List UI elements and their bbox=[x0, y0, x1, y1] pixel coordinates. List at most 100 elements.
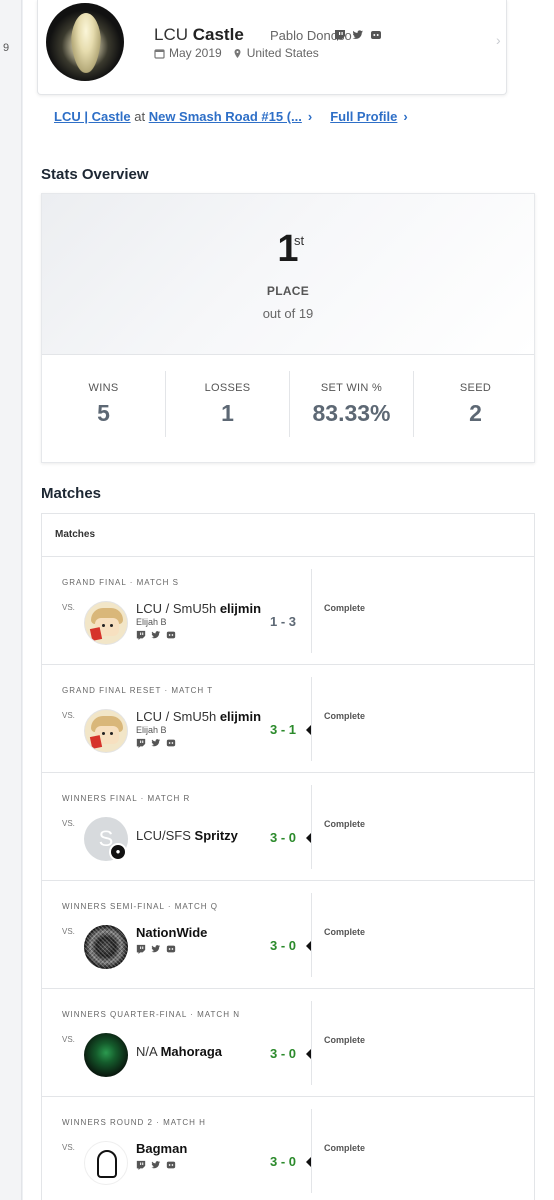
match-row[interactable]: WINNERS QUARTER-FINAL · MATCH N VS. N/A … bbox=[42, 989, 534, 1097]
match-score: 3 - 1 bbox=[270, 722, 297, 737]
chevron-right-icon[interactable]: › bbox=[496, 32, 501, 48]
matches-card: Matches GRAND FINAL · MATCH S VS. LCU / … bbox=[41, 513, 535, 1200]
match-divider bbox=[311, 677, 312, 761]
match-status: Complete bbox=[324, 1035, 366, 1045]
match-round-label: WINNERS ROUND 2 · MATCH H bbox=[62, 1118, 206, 1127]
stats-overview-title: Stats Overview bbox=[41, 166, 149, 183]
vs-label: VS. bbox=[62, 1035, 75, 1044]
opponent-name[interactable]: N/A Mahoraga bbox=[136, 1044, 222, 1059]
stat-label: LOSSES bbox=[204, 382, 251, 394]
opponent-avatar[interactable] bbox=[84, 709, 128, 753]
opponent-gamertag: elijmin bbox=[219, 709, 262, 724]
match-score: 3 - 0 bbox=[270, 1154, 297, 1169]
matches-card-header-label: Matches bbox=[55, 529, 96, 540]
twitter-icon[interactable] bbox=[151, 738, 161, 748]
matches-card-header: Matches bbox=[42, 514, 534, 557]
vs-label: VS. bbox=[62, 603, 75, 612]
opponent-prefix: LCU / SmU5h bbox=[136, 601, 217, 616]
player-gamertag: Castle bbox=[192, 25, 244, 44]
match-round-label: GRAND FINAL RESET · MATCH T bbox=[62, 686, 214, 695]
discord-icon[interactable] bbox=[166, 944, 176, 954]
match-round-label: GRAND FINAL · MATCH S bbox=[62, 578, 180, 587]
stat-wins: WINS 5 bbox=[42, 382, 165, 427]
left-rail-text: 9 bbox=[3, 42, 10, 54]
opponent-prefix: LCU / SmU5h bbox=[136, 709, 217, 724]
opponent-gamertag: Spritzy bbox=[194, 828, 238, 843]
opponent-name[interactable]: LCU / SmU5h elijmin bbox=[136, 601, 261, 616]
event-at-label: at bbox=[134, 109, 146, 124]
match-status: Complete bbox=[324, 1143, 366, 1153]
player-name: LCU Castle bbox=[154, 25, 244, 45]
match-score: 3 - 0 bbox=[270, 1046, 297, 1061]
match-round-label: WINNERS QUARTER-FINAL · MATCH N bbox=[62, 1010, 240, 1019]
twitch-icon[interactable] bbox=[334, 29, 346, 41]
opponent-avatar[interactable] bbox=[84, 1033, 128, 1077]
chevron-right-icon: › bbox=[307, 109, 313, 124]
opponent-name[interactable]: Bagman bbox=[136, 1141, 187, 1156]
full-profile-link[interactable]: Full Profile › bbox=[330, 109, 408, 124]
twitter-icon[interactable] bbox=[151, 944, 161, 954]
stat-value: 5 bbox=[97, 400, 110, 426]
stat-label: SEED bbox=[459, 382, 492, 394]
opponent-socials bbox=[136, 1160, 176, 1170]
opponent-socials bbox=[136, 630, 176, 640]
event-entrant-link[interactable]: LCU | Castle at New Smash Road #15 (... › bbox=[54, 109, 312, 124]
match-round-label: WINNERS SEMI-FINAL · MATCH Q bbox=[62, 902, 218, 911]
stat-value: 2 bbox=[469, 400, 482, 426]
chevron-right-icon: › bbox=[403, 109, 408, 124]
opponent-gamertag: NationWide bbox=[136, 925, 208, 940]
twitter-icon[interactable] bbox=[352, 29, 364, 41]
match-divider bbox=[311, 785, 312, 869]
player-joined-date: May 2019 bbox=[169, 46, 222, 60]
placement-suffix: st bbox=[294, 233, 305, 248]
opponent-name[interactable]: LCU/SFS Spritzy bbox=[136, 828, 238, 843]
left-rail: 9 bbox=[0, 0, 22, 1200]
match-divider bbox=[311, 893, 312, 977]
match-score: 3 - 0 bbox=[270, 830, 297, 845]
event-player-label: LCU | Castle bbox=[54, 109, 131, 124]
stat-value: 83.33% bbox=[312, 400, 391, 426]
match-row[interactable]: WINNERS SEMI-FINAL · MATCH Q VS. NationW… bbox=[42, 881, 534, 989]
opponent-avatar[interactable] bbox=[84, 1141, 128, 1185]
opponent-gamertag: Bagman bbox=[136, 1141, 188, 1156]
match-divider bbox=[311, 1109, 312, 1193]
opponent-prefix: LCU/SFS bbox=[136, 828, 191, 843]
placement-panel: 1 st PLACE out of 19 bbox=[42, 194, 534, 355]
matches-title: Matches bbox=[41, 485, 102, 502]
twitter-icon[interactable] bbox=[151, 1160, 161, 1170]
twitch-icon[interactable] bbox=[136, 630, 146, 640]
match-status: Complete bbox=[324, 711, 366, 721]
discord-icon[interactable] bbox=[166, 630, 176, 640]
calendar-icon bbox=[154, 48, 165, 59]
opponent-name[interactable]: NationWide bbox=[136, 925, 207, 940]
opponent-socials bbox=[136, 738, 176, 748]
match-row[interactable]: WINNERS FINAL · MATCH R VS. S ● LCU/SFS … bbox=[42, 773, 534, 881]
twitch-icon[interactable] bbox=[136, 944, 146, 954]
opponent-gamertag: elijmin bbox=[219, 601, 262, 616]
discord-icon[interactable] bbox=[166, 1160, 176, 1170]
twitch-icon[interactable] bbox=[136, 1160, 146, 1170]
match-row[interactable]: WINNERS ROUND 2 · MATCH H VS. Bagman 3 -… bbox=[42, 1097, 534, 1200]
vs-label: VS. bbox=[62, 819, 75, 828]
opponent-prefix: N/A bbox=[136, 1044, 157, 1059]
opponent-avatar[interactable] bbox=[84, 925, 128, 969]
player-socials bbox=[334, 29, 382, 41]
stat-seed: SEED 2 bbox=[414, 382, 537, 427]
discord-icon[interactable] bbox=[370, 29, 382, 41]
match-score: 3 - 0 bbox=[270, 938, 297, 953]
opponent-avatar[interactable] bbox=[84, 601, 128, 645]
event-name-label: New Smash Road #15 (... bbox=[148, 109, 302, 124]
twitch-icon[interactable] bbox=[136, 738, 146, 748]
twitter-icon[interactable] bbox=[151, 630, 161, 640]
opponent-socials bbox=[136, 944, 176, 954]
player-location: United States bbox=[246, 46, 319, 60]
discord-icon[interactable] bbox=[166, 738, 176, 748]
match-round-label: WINNERS FINAL · MATCH R bbox=[62, 794, 191, 803]
player-prefix: LCU bbox=[154, 25, 189, 44]
opponent-name[interactable]: LCU / SmU5h elijmin bbox=[136, 709, 261, 724]
match-row[interactable]: GRAND FINAL RESET · MATCH T VS. LCU / Sm… bbox=[42, 665, 534, 773]
player-avatar bbox=[46, 3, 124, 81]
stat-label: WINS bbox=[88, 382, 119, 394]
match-row[interactable]: GRAND FINAL · MATCH S VS. LCU / SmU5h el… bbox=[42, 557, 534, 665]
stat-label: SET WIN % bbox=[320, 382, 383, 394]
